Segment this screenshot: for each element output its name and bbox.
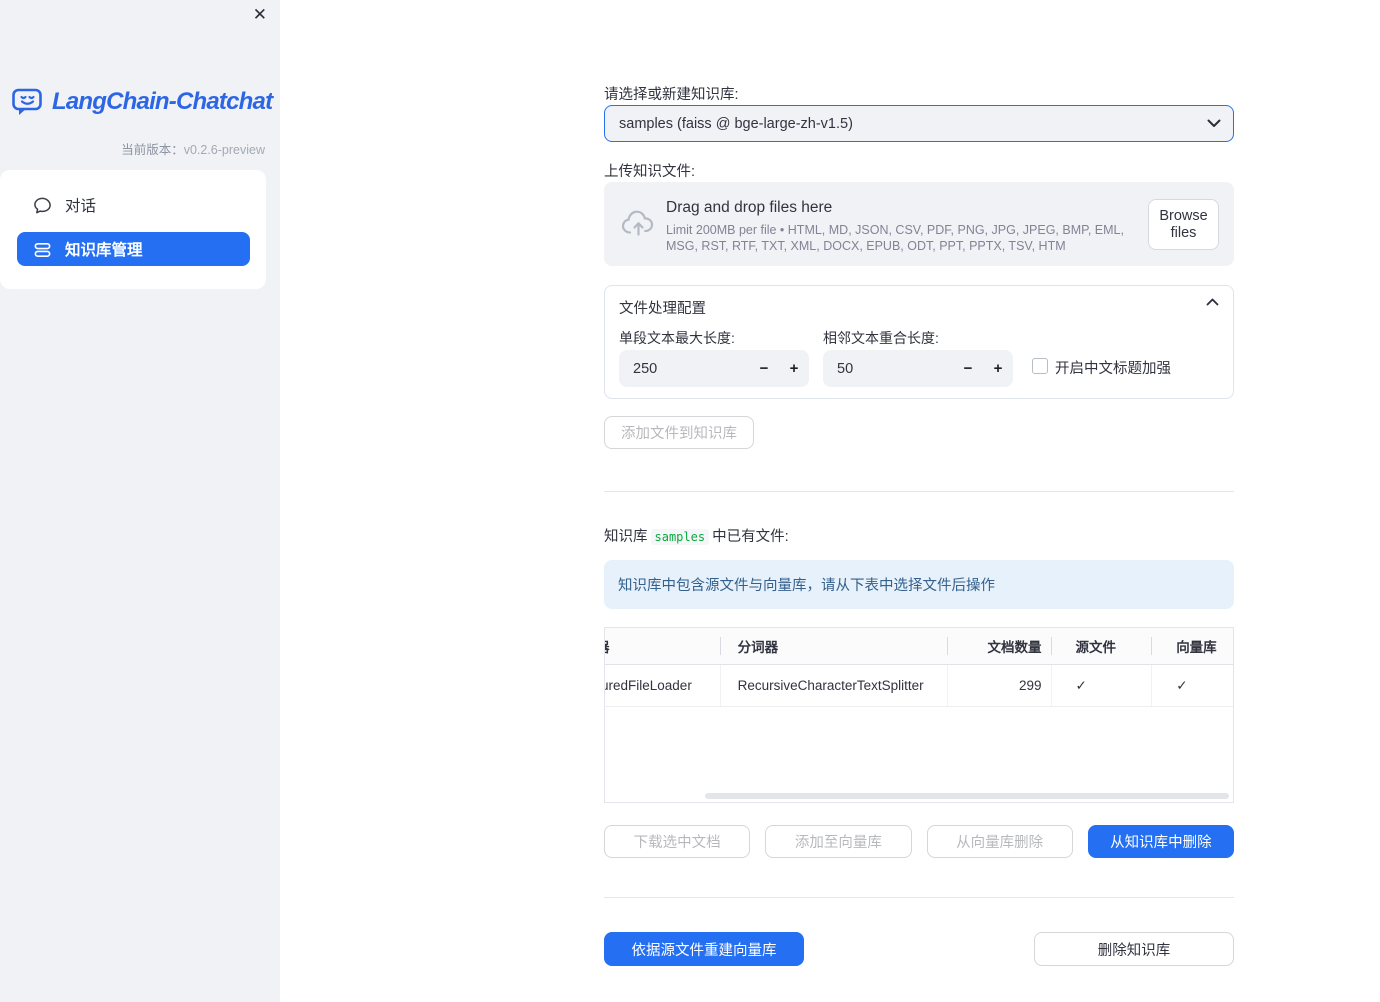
sidebar: ✕ LangChain-Chatchat 当前版本：v0.2.6-preview…: [0, 0, 280, 1002]
zh-title-enhance-checkbox[interactable]: [1032, 358, 1048, 374]
chat-smiley-logo-icon: [11, 86, 45, 118]
chevron-down-icon: [1207, 119, 1221, 128]
nav-item-dialogue[interactable]: 对话: [17, 188, 250, 222]
document-action-buttons: 下载选中文档 添加至向量库 从向量库删除 从知识库中删除: [604, 825, 1234, 858]
chunk-size-stepper: 250 − +: [619, 350, 809, 387]
column-header-doc-count: 文档数量: [946, 628, 1052, 664]
kb-select-label: 请选择或新建知识库:: [604, 87, 739, 103]
dropzone-hint: Limit 200MB per file • HTML, MD, JSON, C…: [666, 223, 1124, 253]
add-files-to-kb-button[interactable]: 添加文件到知识库: [604, 416, 754, 449]
kb-selectbox-value: samples (faiss @ bge-large-zh-v1.5): [619, 115, 853, 132]
version-label: 当前版本：: [121, 143, 184, 157]
cell-source-file-check: ✓: [1051, 665, 1151, 706]
kb-files-prefix: 知识库: [604, 529, 648, 545]
chunk-size-label: 单段文本最大长度:: [619, 330, 735, 346]
info-alert-text: 知识库中包含源文件与向量库，请从下表中选择文件后操作: [618, 578, 995, 594]
chevron-up-icon[interactable]: [1206, 298, 1219, 306]
overlap-label: 相邻文本重合长度:: [823, 330, 939, 346]
kb-files-suffix: 中已有文件:: [712, 529, 789, 545]
table-row[interactable]: uredFileLoader RecursiveCharacterTextSpl…: [605, 665, 1233, 707]
app-logo: LangChain-Chatchat: [11, 86, 273, 118]
overlap-increment-button[interactable]: +: [983, 360, 1013, 377]
chunk-size-input[interactable]: 250: [619, 361, 749, 377]
cell-doc-count: 299: [946, 665, 1052, 706]
nav-item-knowledge-base[interactable]: 知识库管理: [17, 232, 250, 266]
nav-item-label: 对话: [65, 198, 97, 215]
cell-splitter: RecursiveCharacterTextSplitter: [719, 665, 947, 706]
app-title: LangChain-Chatchat: [52, 88, 273, 115]
dropzone-title: Drag and drop files here: [666, 199, 833, 216]
version-info: 当前版本：v0.2.6-preview: [121, 139, 265, 158]
sidebar-nav: 对话 知识库管理: [0, 170, 266, 289]
kb-files-heading: 知识库 samples 中已有文件:: [604, 525, 789, 546]
column-header-loader: 器: [605, 628, 720, 664]
cell-loader: uredFileLoader: [605, 678, 692, 693]
column-header-splitter: 分词器: [719, 628, 947, 664]
add-to-vector-store-button[interactable]: 添加至向量库: [765, 825, 912, 858]
file-config-expander: 文件处理配置 单段文本最大长度: 相邻文本重合长度: 250 − + 50 − …: [604, 285, 1234, 399]
overlap-decrement-button[interactable]: −: [953, 360, 983, 377]
upload-label: 上传知识文件:: [604, 164, 696, 180]
file-dropzone[interactable]: Drag and drop files here Limit 200MB per…: [604, 182, 1234, 266]
delete-from-vector-store-button[interactable]: 从向量库删除: [926, 825, 1073, 858]
info-alert: 知识库中包含源文件与向量库，请从下表中选择文件后操作: [604, 560, 1234, 609]
delete-from-kb-button[interactable]: 从知识库中删除: [1087, 825, 1234, 858]
version-value: v0.2.6-preview: [183, 143, 265, 157]
chunk-size-decrement-button[interactable]: −: [749, 360, 779, 377]
rebuild-vector-store-button[interactable]: 依据源文件重建向量库: [604, 932, 804, 966]
kb-selectbox[interactable]: samples (faiss @ bge-large-zh-v1.5): [604, 105, 1234, 142]
main-content: 请选择或新建知识库: samples (faiss @ bge-large-zh…: [604, 0, 1234, 1002]
list-stack-icon: [33, 240, 52, 259]
table-horizontal-scrollbar[interactable]: [705, 793, 1229, 799]
kb-name-code: samples: [650, 529, 710, 545]
chunk-size-increment-button[interactable]: +: [779, 360, 809, 377]
overlap-input[interactable]: 50: [823, 361, 953, 377]
upload-cloud-icon: [620, 208, 657, 238]
divider: [604, 491, 1234, 492]
chat-bubble-icon: [33, 196, 52, 215]
overlap-stepper: 50 − +: [823, 350, 1013, 387]
close-sidebar-button[interactable]: ✕: [253, 6, 267, 23]
download-selected-docs-button[interactable]: 下载选中文档: [604, 825, 751, 858]
browse-files-button[interactable]: Browse files: [1148, 199, 1219, 250]
delete-kb-button[interactable]: 删除知识库: [1034, 932, 1234, 966]
divider: [604, 897, 1234, 898]
column-header-vector-store: 向量库: [1151, 628, 1233, 664]
expander-title[interactable]: 文件处理配置: [619, 297, 706, 318]
cell-vector-store-check: ✓: [1151, 665, 1233, 706]
zh-title-enhance-label[interactable]: 开启中文标题加强: [1055, 357, 1171, 378]
column-header-source-file: 源文件: [1051, 628, 1151, 664]
nav-item-label: 知识库管理: [65, 242, 143, 259]
table-header-row: 器 分词器 文档数量 源文件 向量库: [605, 628, 1233, 665]
kb-files-table[interactable]: 器 分词器 文档数量 源文件 向量库 uredFileLoader Recurs…: [604, 627, 1234, 803]
